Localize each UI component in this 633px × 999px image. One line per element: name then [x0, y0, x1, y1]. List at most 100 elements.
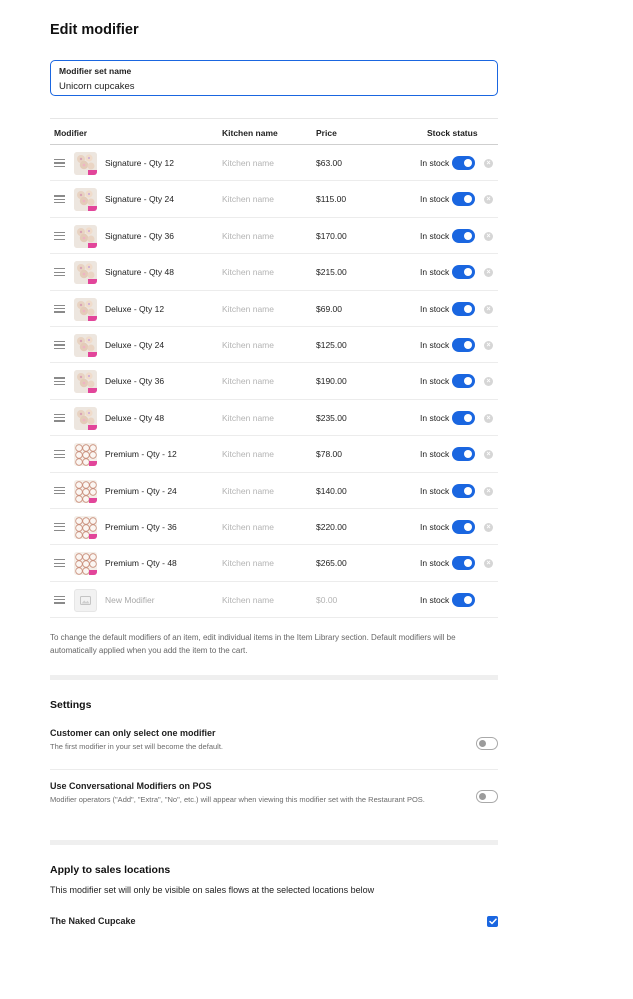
kitchen-name-input[interactable]: Kitchen name	[222, 486, 274, 496]
drag-handle-icon[interactable]	[54, 268, 65, 277]
modifier-name[interactable]: Signature - Qty 24	[105, 194, 174, 204]
kitchen-name-input[interactable]: Kitchen name	[222, 340, 274, 350]
conversational-modifiers-toggle[interactable]	[476, 790, 498, 803]
drag-handle-icon[interactable]	[54, 559, 65, 568]
modifier-name[interactable]: Deluxe - Qty 48	[105, 413, 164, 423]
kitchen-name-input[interactable]: Kitchen name	[222, 449, 274, 459]
stock-toggle[interactable]	[452, 374, 475, 389]
modifier-price[interactable]: $125.00	[316, 340, 347, 350]
stock-toggle[interactable]	[452, 483, 475, 498]
stock-toggle[interactable]	[452, 265, 475, 280]
modifier-price[interactable]: $63.00	[316, 158, 342, 168]
modifier-row: Deluxe - Qty 12 Kitchen name $69.00 In stoc…	[50, 291, 498, 327]
drag-handle-icon[interactable]	[54, 595, 65, 604]
remove-icon[interactable]: ×	[484, 377, 493, 387]
modifier-name[interactable]: Signature - Qty 12	[105, 158, 174, 168]
stock-toggle[interactable]	[452, 228, 475, 243]
cupcake-box-photo[interactable]	[74, 515, 97, 539]
drag-handle-icon[interactable]	[54, 377, 65, 386]
image-placeholder-icon[interactable]	[74, 588, 97, 612]
cupcake-photo[interactable]	[74, 261, 97, 285]
kitchen-name-input[interactable]: Kitchen name	[222, 558, 274, 568]
drag-handle-icon[interactable]	[54, 340, 65, 349]
drag-handle-icon[interactable]	[54, 522, 65, 531]
modifier-price[interactable]: $170.00	[316, 231, 347, 241]
modifier-price[interactable]: $115.00	[316, 194, 346, 204]
modifier-price[interactable]: $220.00	[316, 522, 347, 532]
cupcake-photo[interactable]	[74, 370, 97, 394]
cupcake-photo[interactable]	[74, 152, 97, 175]
kitchen-name-input[interactable]: Kitchen name	[222, 194, 274, 204]
stock-status-label: In stock	[420, 412, 450, 423]
modifier-set-name-input[interactable]	[59, 81, 489, 92]
modifier-name[interactable]: Premium - Qty - 36	[105, 522, 177, 532]
modifier-name[interactable]: Deluxe - Qty 12	[105, 304, 164, 314]
modifier-name[interactable]: Deluxe - Qty 24	[105, 340, 164, 350]
modifier-name[interactable]: Signature - Qty 48	[105, 267, 174, 277]
modifier-row: Premium - Qty - 36 Kitchen name $220.00 In …	[50, 509, 498, 546]
remove-icon[interactable]: ×	[484, 268, 493, 278]
single-modifier-toggle[interactable]	[476, 737, 498, 750]
drag-handle-icon[interactable]	[54, 413, 65, 422]
kitchen-name-input[interactable]: Kitchen name	[222, 231, 274, 241]
stock-toggle[interactable]	[452, 447, 475, 462]
modifier-price[interactable]: $140.00	[316, 486, 347, 496]
stock-toggle[interactable]	[452, 410, 475, 425]
kitchen-name-input[interactable]: Kitchen name	[222, 158, 274, 168]
drag-handle-icon[interactable]	[54, 159, 65, 167]
cupcake-box-photo[interactable]	[74, 479, 97, 503]
cupcake-photo[interactable]	[74, 406, 97, 430]
modifier-name[interactable]: Signature - Qty 36	[105, 231, 174, 241]
modifier-name[interactable]: Deluxe - Qty 36	[105, 376, 164, 386]
remove-icon[interactable]: ×	[484, 231, 493, 241]
modifier-price[interactable]: $235.00	[316, 413, 347, 423]
kitchen-name-input[interactable]: Kitchen name	[222, 304, 274, 314]
remove-icon[interactable]: ×	[484, 413, 493, 423]
drag-handle-icon[interactable]	[54, 486, 65, 495]
modifier-price[interactable]: $190.00	[316, 376, 347, 386]
kitchen-name-input[interactable]: Kitchen name	[222, 376, 274, 386]
modifier-price[interactable]: $265.00	[316, 558, 347, 568]
cupcake-photo[interactable]	[74, 224, 97, 248]
cupcake-photo[interactable]	[74, 333, 97, 357]
stock-toggle[interactable]	[452, 156, 475, 170]
modifier-price[interactable]: $69.00	[316, 304, 342, 314]
modifier-row: Premium - Qty - 48 Kitchen name $265.00 In …	[50, 545, 498, 582]
location-checkbox[interactable]	[487, 916, 498, 927]
cupcake-box-photo[interactable]	[74, 443, 97, 467]
kitchen-name-input[interactable]: Kitchen name	[222, 413, 274, 423]
remove-icon[interactable]: ×	[484, 340, 493, 350]
drag-handle-icon[interactable]	[54, 450, 65, 459]
stock-toggle[interactable]	[452, 556, 475, 571]
kitchen-name-input[interactable]: Kitchen name	[222, 267, 274, 277]
cupcake-photo[interactable]	[74, 297, 97, 321]
new-modifier-name-input[interactable]: New Modifier	[105, 595, 155, 605]
remove-icon[interactable]: ×	[484, 304, 493, 314]
remove-icon[interactable]: ×	[484, 486, 493, 496]
stock-toggle[interactable]	[452, 301, 475, 316]
drag-handle-icon[interactable]	[54, 231, 65, 240]
modifier-set-name-field[interactable]: Modifier set name	[50, 60, 498, 96]
remove-icon[interactable]: ×	[484, 450, 493, 460]
remove-icon[interactable]: ×	[484, 559, 493, 569]
stock-toggle[interactable]	[452, 337, 475, 352]
modifier-price[interactable]: $215.00	[316, 267, 347, 277]
cupcake-photo[interactable]	[74, 188, 97, 212]
stock-toggle[interactable]	[452, 519, 475, 534]
kitchen-name-input[interactable]: Kitchen name	[222, 522, 274, 532]
modifier-name[interactable]: Premium - Qty - 24	[105, 486, 177, 496]
drag-handle-icon[interactable]	[54, 195, 65, 204]
price-input[interactable]: $0.00	[316, 595, 337, 605]
remove-icon[interactable]: ×	[484, 195, 493, 205]
stock-toggle[interactable]	[452, 592, 475, 607]
modifier-price[interactable]: $78.00	[316, 449, 342, 459]
modifier-row: Signature - Qty 48 Kitchen name $215.00 In …	[50, 254, 498, 291]
modifier-name[interactable]: Premium - Qty - 48	[105, 558, 177, 568]
modifier-name[interactable]: Premium - Qty - 12	[105, 449, 177, 459]
remove-icon[interactable]: ×	[484, 159, 493, 168]
drag-handle-icon[interactable]	[54, 304, 65, 313]
remove-icon[interactable]: ×	[484, 522, 493, 532]
cupcake-box-photo[interactable]	[74, 552, 97, 576]
stock-toggle[interactable]	[452, 192, 475, 207]
kitchen-name-input[interactable]: Kitchen name	[222, 595, 274, 605]
